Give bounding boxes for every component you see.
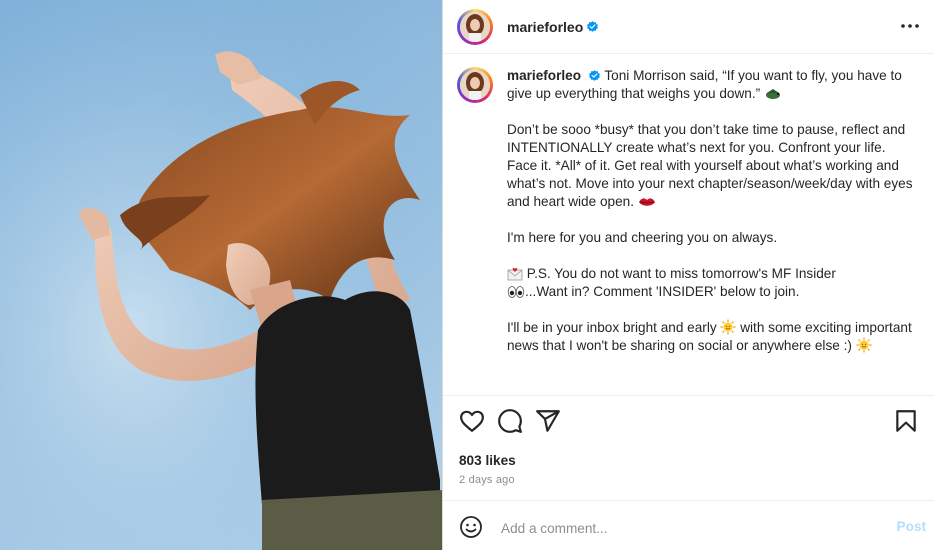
post-comment-button[interactable]: Post [897,519,926,534]
bird-emoji-icon [765,89,780,99]
heart-icon[interactable] [459,408,485,434]
smiley-icon[interactable] [459,515,483,539]
caption-paragraph-5: I'll be in your inbox bright and early w… [507,319,912,353]
caption-username[interactable]: marieforleo [507,68,581,83]
bookmark-icon[interactable] [893,408,919,434]
sun-emoji-icon [856,337,872,353]
header-username[interactable]: marieforleo [507,19,583,35]
comment-input[interactable] [499,514,833,542]
caption-avatar[interactable] [457,67,493,103]
love-letter-emoji-icon [507,267,523,281]
verified-badge-icon [588,70,600,81]
post-date[interactable]: 2 days ago [459,474,515,486]
avatar-photo [460,70,490,100]
caption-paragraph-3: I'm here for you and cheering you on alw… [507,230,778,245]
verified-badge-icon [587,21,599,32]
share-paper-plane-icon[interactable] [535,408,561,434]
lips-emoji-icon [638,198,655,206]
add-comment-bar: Post [443,500,934,550]
caption-paragraph-2: Don’t be sooo *busy* that you don’t take… [507,122,913,209]
post-caption: marieforleo Toni Morrison said, “If you … [507,67,917,395]
post-actions-bar [457,408,921,438]
post-details-panel: marieforleo marieforleo Toni Morrison sa… [442,0,934,550]
profile-avatar[interactable] [457,8,493,45]
post-header: marieforleo [443,0,934,54]
eyes-emoji-icon [507,286,525,298]
avatar-photo [460,11,490,42]
woman-dancing-photo [0,0,442,550]
comment-bubble-icon[interactable] [497,408,523,434]
post-photo[interactable] [0,0,442,550]
caption-area: marieforleo Toni Morrison said, “If you … [443,55,934,396]
instagram-post: marieforleo marieforleo Toni Morrison sa… [0,0,934,550]
likes-count[interactable]: 803 likes [459,453,516,468]
sun-emoji-icon [720,319,736,335]
more-options-icon[interactable] [898,14,922,38]
caption-paragraph-4: P.S. You do not want to miss tomorrow's … [507,265,917,301]
